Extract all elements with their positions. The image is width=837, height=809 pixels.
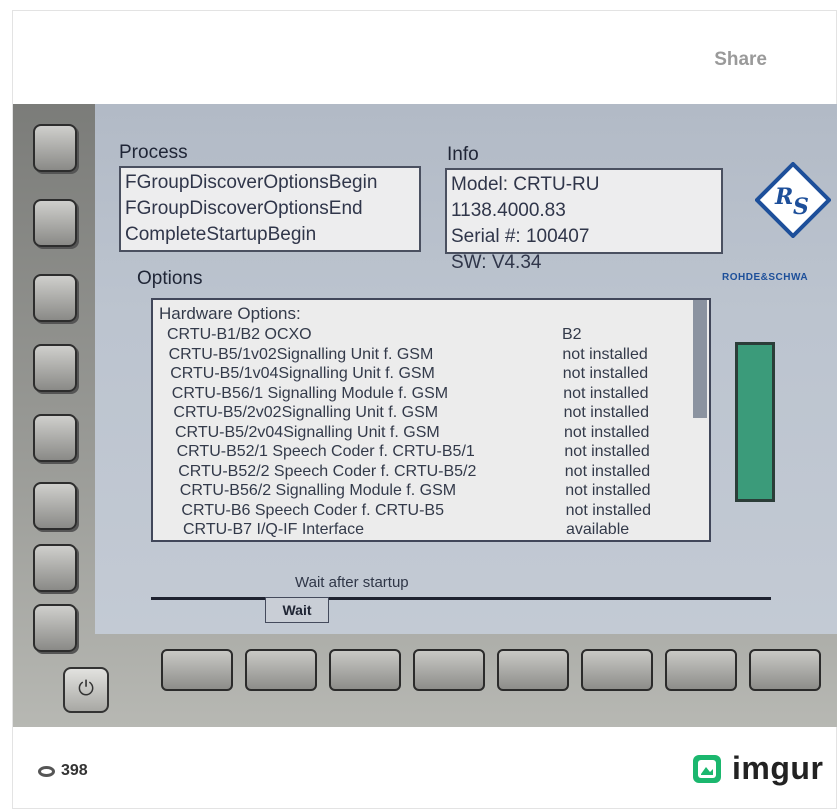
- option-module: CRTU-B1/B2 OCXO: [167, 326, 312, 343]
- svg-text:S: S: [793, 194, 809, 220]
- eye-icon: [38, 765, 55, 777]
- status-bar: [735, 342, 775, 502]
- option-module: CRTU-B56/1 Signalling Module f. GSM: [171, 384, 449, 402]
- options-scrollbar[interactable]: [693, 300, 707, 418]
- option-row: CRTU-B52/1 Speech Coder f. CRTU-B5/1 not …: [176, 443, 709, 463]
- process-box: FGroupDiscoverOptionsBegin FGroupDiscove…: [119, 166, 421, 252]
- share-button[interactable]: Share: [714, 49, 767, 71]
- option-row: CRTU-B56/2 Signalling Module f. GSM not i…: [179, 482, 709, 502]
- process-label: Process: [119, 142, 188, 163]
- rohde-schwarz-logo: R S: [755, 162, 831, 238]
- option-status: not installed: [564, 443, 650, 460]
- side-softkey: [33, 344, 77, 392]
- svg-text:R: R: [774, 184, 793, 210]
- instrument-screen: Universal Protocol Tester Process FGroup…: [95, 104, 837, 634]
- option-module: CRTU-B7 I/Q-IF Interface: [183, 521, 365, 538]
- brand-name: ROHDE&SCHWA: [722, 272, 809, 283]
- option-module: CRTU-B5/1v02Signalling Unit f. GSM: [168, 345, 434, 363]
- option-row: CRTU-B5/1v02Signalling Unit f. GSM not in…: [169, 346, 709, 366]
- bottom-softkey: [665, 649, 737, 691]
- info-box: Model: CRTU-RU 1138.4000.83 Serial #: 10…: [445, 168, 723, 273]
- wait-tab: Wait: [265, 597, 329, 623]
- options-list: Hardware Options: CRTU-B1/B2 OCXO B2 CRTU-…: [151, 298, 711, 542]
- option-row: CRTU-B1/B2 OCXO B2: [167, 326, 707, 346]
- imgur-brand[interactable]: imgur: [692, 750, 823, 787]
- option-status: not installed: [564, 462, 651, 480]
- imgur-logo-icon: [693, 754, 721, 783]
- option-row: CRTU-B5/1v04Signalling Unit f. GSM not in…: [170, 365, 709, 385]
- process-line: FGroupDiscoverOptionsBegin: [125, 172, 378, 193]
- option-row: CRTU-B5/2v04Signalling Unit f. GSM not in…: [175, 423, 709, 444]
- view-count-value: 398: [61, 762, 88, 779]
- info-label: Info: [447, 144, 479, 165]
- option-status: not installed: [565, 482, 651, 499]
- option-row: CRTU-B5/2v02Signalling Unit f. GSM not in…: [173, 404, 709, 424]
- side-softkey: [33, 544, 77, 592]
- bottom-softkey: [497, 649, 569, 691]
- bottom-softkey: [161, 649, 233, 691]
- option-status: not installed: [562, 345, 648, 363]
- options-label: Options: [137, 268, 203, 289]
- option-status: B2: [562, 326, 582, 343]
- option-module: CRTU-B6 Speech Coder f. CRTU-B5: [181, 501, 444, 519]
- option-module: CRTU-B5/2v02Signalling Unit f. GSM: [173, 404, 439, 421]
- side-softkey: [33, 414, 77, 462]
- option-row: CRTU-B52/2 Speech Coder f. CRTU-B5/2 not …: [178, 462, 709, 483]
- bottom-softkey: [245, 649, 317, 691]
- side-softkey: [33, 124, 77, 172]
- power-icon: ⏻: [63, 667, 109, 713]
- bottom-softkey: [581, 649, 653, 691]
- option-module: CRTU-B5/2v04Signalling Unit f. GSM: [175, 423, 440, 441]
- side-softkey: [33, 274, 77, 322]
- option-status: available: [566, 521, 630, 538]
- option-row: CRTU-B7 I/Q-IF Interface available: [183, 521, 709, 540]
- side-softkey: [33, 199, 77, 247]
- option-row: CRTU-B56/1 Signalling Module f. GSM not i…: [171, 384, 709, 405]
- screen-title: Universal Protocol Tester: [265, 104, 778, 112]
- info-model: Model: CRTU-RU 1138.4000.83: [451, 174, 600, 221]
- process-line: FGroupDiscoverOptionsEnd: [125, 198, 363, 219]
- option-status: not installed: [563, 404, 649, 421]
- softkey-separator: [151, 597, 771, 600]
- wait-hint: Wait after startup: [295, 574, 409, 591]
- side-softkey: [33, 604, 77, 652]
- option-module: CRTU-B56/2 Signalling Module f. GSM: [179, 482, 457, 499]
- bottom-softkey: [413, 649, 485, 691]
- option-status: not installed: [563, 384, 649, 402]
- option-module: CRTU-B52/1 Speech Coder f. CRTU-B5/1: [176, 443, 475, 460]
- options-header: Hardware Options:: [159, 304, 301, 323]
- option-status: not installed: [562, 365, 649, 382]
- bottom-softkey: [749, 649, 821, 691]
- option-module: CRTU-B5/1v04Signalling Unit f. GSM: [170, 365, 435, 382]
- option-status: not installed: [564, 423, 650, 441]
- bottom-softkey: [329, 649, 401, 691]
- process-line: CompleteStartupBegin: [125, 224, 317, 245]
- info-serial: Serial #: 100407: [451, 226, 590, 247]
- side-softkey: [33, 482, 77, 530]
- option-status: not installed: [565, 501, 651, 519]
- info-sw: SW: V4.34: [451, 252, 542, 273]
- option-row: CRTU-B6 Speech Coder f. CRTU-B5 not insta…: [181, 501, 709, 522]
- view-count: 398: [38, 762, 88, 780]
- post-image: ⏻ Universal Protocol Tester Process FGro…: [13, 104, 837, 727]
- option-module: CRTU-B52/2 Speech Coder f. CRTU-B5/2: [178, 462, 477, 480]
- imgur-wordmark: imgur: [732, 750, 824, 786]
